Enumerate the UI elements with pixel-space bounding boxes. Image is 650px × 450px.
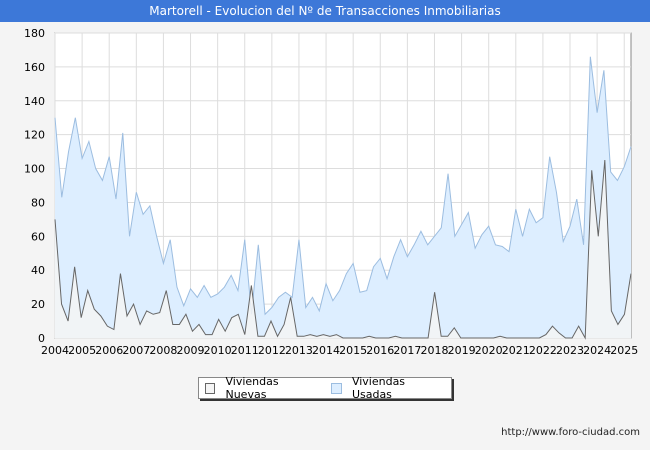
x-tick-label: 2010 (204, 344, 232, 357)
y-tick-label: 160 (24, 61, 45, 74)
footer-url: http://www.foro-ciudad.com (501, 427, 640, 438)
x-tick-label: 2024 (583, 344, 611, 357)
x-tick-label: 2012 (258, 344, 286, 357)
y-tick-label: 60 (31, 230, 45, 243)
x-tick-label: 2020 (475, 344, 503, 357)
x-tick-label: 2011 (231, 344, 259, 357)
y-tick-label: 100 (24, 163, 45, 176)
x-tick-label: 2016 (366, 344, 394, 357)
x-tick-label: 2014 (312, 344, 340, 357)
x-tick-label: 2005 (68, 344, 96, 357)
x-tick-label: 2018 (420, 344, 448, 357)
x-tick-label: 2025 (610, 344, 638, 357)
legend-item-nuevas: Viviendas Nuevas (205, 375, 317, 401)
x-tick-label: 2013 (285, 344, 313, 357)
legend-swatch-usadas (331, 382, 342, 394)
y-tick-label: 20 (31, 298, 45, 311)
legend-label-nuevas: Viviendas Nuevas (225, 375, 279, 401)
x-tick-label: 2004 (41, 344, 69, 357)
y-tick-label: 140 (24, 95, 45, 108)
legend-swatch-nuevas (205, 382, 216, 394)
legend-label-usadas: Viviendas Usadas (351, 375, 406, 401)
x-tick-label: 2017 (393, 344, 421, 357)
x-tick-label: 2019 (448, 344, 476, 357)
x-tick-label: 2021 (502, 344, 530, 357)
y-tick-label: 120 (24, 129, 45, 142)
x-tick-label: 2007 (122, 344, 150, 357)
y-tick-label: 180 (24, 27, 45, 40)
x-tick-label: 2008 (149, 344, 177, 357)
y-tick-label: 40 (31, 264, 45, 277)
legend-item-usadas: Viviendas Usadas (331, 375, 443, 401)
x-tick-label: 2015 (339, 344, 367, 357)
x-tick-label: 2006 (95, 344, 123, 357)
legend: Viviendas Nuevas Viviendas Usadas (198, 375, 452, 401)
x-tick-label: 2023 (556, 344, 584, 357)
x-tick-label: 2022 (529, 344, 557, 357)
y-tick-label: 80 (31, 196, 45, 209)
x-tick-label: 2009 (177, 344, 205, 357)
